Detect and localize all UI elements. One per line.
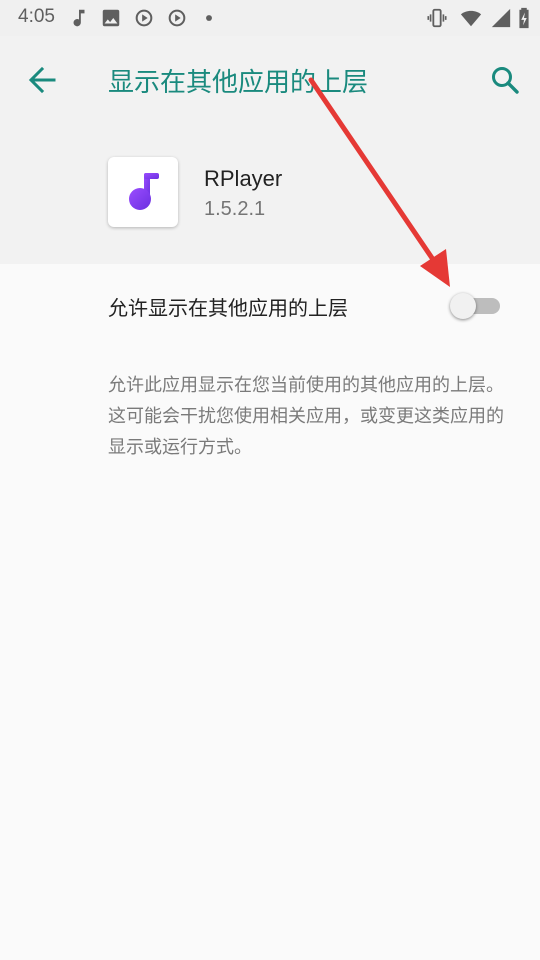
status-time: 4:05 (18, 6, 55, 27)
page-title: 显示在其他应用的上层 (108, 68, 369, 98)
app-version: 1.5.2.1 (204, 198, 266, 220)
app-info-header: RPlayer 1.5.2.1 (0, 122, 540, 264)
app-name: RPlayer (204, 166, 283, 191)
search-icon (492, 67, 519, 94)
back-button[interactable] (18, 58, 66, 102)
wifi-icon (460, 10, 482, 27)
image-icon (102, 9, 120, 27)
status-bar: 4:05 (0, 0, 540, 36)
app-toolbar: 显示在其他应用的上层 (0, 36, 540, 122)
overlay-permission-row[interactable]: 允许显示在其他应用的上层 (0, 264, 540, 348)
sync-play-icon (135, 9, 153, 27)
app-icon (108, 157, 178, 227)
arrow-back-icon (28, 66, 56, 94)
search-button[interactable] (480, 58, 528, 102)
vibrate-icon (427, 8, 447, 28)
sync-play-icon (168, 9, 186, 27)
music-note-icon (73, 9, 85, 27)
permission-description: 允许此应用显示在您当前使用的其他应用的上层。这可能会干扰您使用相关应用，或变更这… (108, 375, 504, 458)
overlay-permission-label: 允许显示在其他应用的上层 (108, 296, 348, 320)
dot-icon (206, 15, 212, 21)
signal-icon (491, 8, 511, 28)
battery-charging-icon (519, 7, 529, 29)
music-note-app-icon (129, 173, 159, 210)
overlay-permission-toggle[interactable] (448, 290, 502, 322)
toggle-thumb (450, 293, 476, 319)
